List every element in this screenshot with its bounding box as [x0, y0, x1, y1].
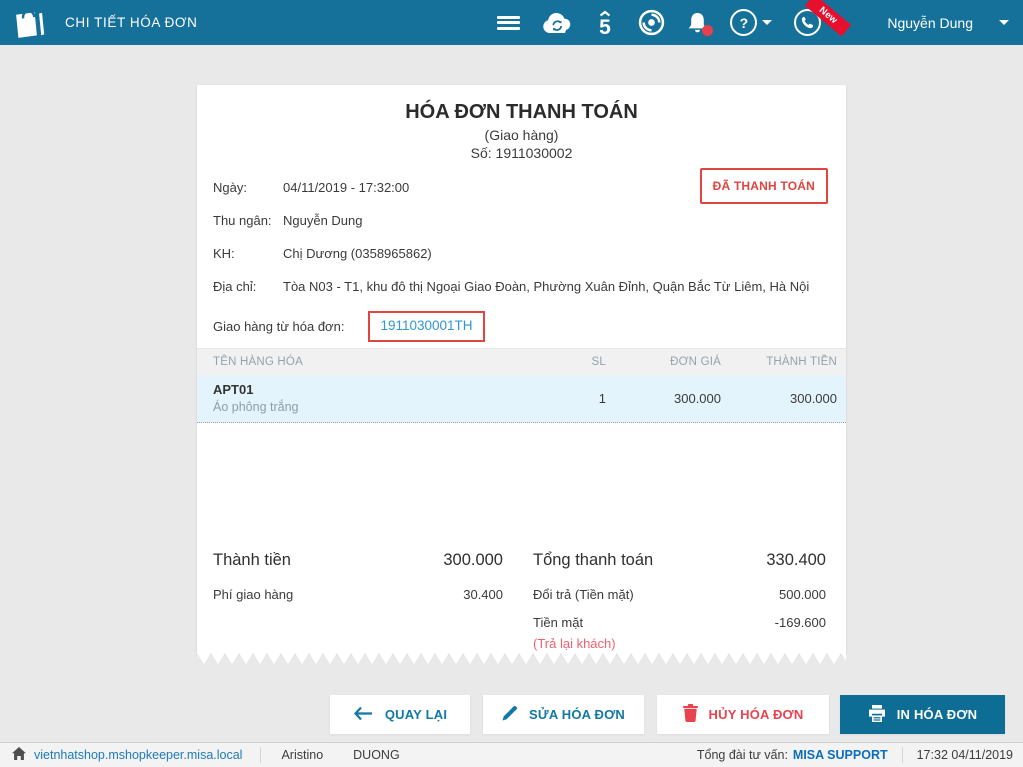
item-code: APT01 — [213, 382, 254, 397]
header-unit-price: ĐƠN GIÁ — [670, 356, 721, 368]
header-qty: SL — [591, 356, 606, 368]
cancel-invoice-button[interactable]: HỦY HÓA ĐƠN — [657, 695, 829, 734]
back-button[interactable]: QUAY LẠI — [330, 695, 470, 734]
sme5-glyph: 5 — [600, 16, 612, 37]
totals-section: Thành tiền 300.000 Phí giao hàng 30.400 … — [197, 551, 846, 651]
field-address-label: Địa chỉ: — [213, 279, 257, 294]
status-datetime: 17:32 04/11/2019 — [916, 748, 1013, 762]
edit-invoice-button[interactable]: SỬA HÓA ĐƠN — [483, 695, 644, 734]
field-date-label: Ngày: — [213, 180, 247, 195]
edit-button-label: SỬA HÓA ĐƠN — [528, 707, 626, 722]
swirl-icon[interactable] — [638, 9, 665, 36]
help-glyph: ? — [739, 14, 749, 31]
exchange-value: 500.000 — [779, 587, 826, 602]
delivery-source-label: Giao hàng từ hóa đơn: — [213, 318, 345, 334]
cancel-button-label: HỦY HÓA ĐƠN — [708, 707, 804, 722]
pencil-icon — [502, 705, 518, 724]
print-button-label: IN HÓA ĐƠN — [896, 707, 978, 722]
support-phone-icon[interactable]: New — [794, 0, 852, 37]
shop-brand: Aristino — [281, 748, 324, 762]
field-cashier: Thu ngân: Nguyễn Dung — [197, 213, 846, 228]
user-caret-icon — [999, 20, 1009, 25]
header-item-name: TÊN HÀNG HÓA — [213, 356, 303, 368]
subtotal-row: Thành tiền 300.000 — [213, 551, 503, 570]
notification-dot — [702, 24, 714, 36]
cash-note: (Trả lại khách) — [533, 636, 616, 651]
source-invoice-link[interactable]: 1911030001TH — [380, 318, 472, 333]
cash-value: -169.600 — [774, 615, 826, 630]
exchange-label: Đổi trả (Tiền mặt) — [533, 587, 634, 602]
grand-total-value: 330.400 — [766, 551, 826, 569]
misa-support-link[interactable]: MISA SUPPORT — [793, 748, 888, 762]
back-button-label: QUAY LẠI — [384, 707, 448, 722]
table-row: APT01 Áo phông trắng 1 300.000 300.000 — [197, 375, 846, 423]
invoice-type: (Giao hàng) — [484, 127, 559, 143]
item-unit-price: 300.000 — [674, 390, 721, 406]
invoice-receipt: HÓA ĐƠN THANH TOÁN (Giao hàng) Số: 19110… — [197, 85, 846, 664]
delivery-source-row: Giao hàng từ hóa đơn: 1911030001TH — [197, 310, 846, 342]
help-menu[interactable]: ? — [730, 9, 773, 36]
mshopkeeper-logo-icon — [11, 6, 48, 40]
exchange-row: Đổi trả (Tiền mặt) 500.000 — [533, 587, 826, 602]
item-name-cell: APT01 Áo phông trắng — [197, 382, 506, 414]
header-amount: THÀNH TIỀN — [766, 356, 837, 368]
site-url-link[interactable]: vietnhatshop.mshopkeeper.misa.local — [34, 748, 242, 762]
subtotal-value: 300.000 — [443, 551, 503, 569]
help-icon: ? — [730, 9, 758, 36]
notifications-bell-icon[interactable] — [687, 11, 714, 36]
items-table-header: TÊN HÀNG HÓA SL ĐƠN GIÁ THÀNH TIỀN — [197, 348, 846, 375]
footer-divider-right — [901, 747, 903, 763]
grand-total-row: Tổng thanh toán 330.400 — [533, 551, 826, 570]
paid-status-stamp: ĐÃ THANH TOÁN — [699, 168, 828, 204]
user-name: Nguyễn Dung — [887, 14, 973, 31]
shipping-row: Phí giao hàng 30.400 — [213, 587, 503, 602]
footer-divider — [260, 747, 262, 763]
cloud-sync-icon[interactable] — [542, 12, 572, 34]
top-bar: CHI TIẾT HÓA ĐƠN 5 ? New Nguyễn Dung — [0, 0, 1023, 45]
page-title: CHI TIẾT HÓA ĐƠN — [65, 15, 198, 30]
item-amount: 300.000 — [790, 390, 837, 406]
field-customer: KH: Chị Dương (0358965862) — [197, 246, 846, 261]
shipping-value: 30.400 — [463, 587, 503, 602]
field-address: Địa chỉ: Tòa N03 - T1, khu đô thị Ngoại … — [197, 279, 846, 294]
menu-icon[interactable] — [497, 13, 521, 32]
back-arrow-icon — [353, 706, 374, 724]
field-customer-label: KH: — [213, 246, 235, 261]
cash-label: Tiền mặt — [533, 615, 584, 630]
help-caret-icon — [762, 20, 773, 25]
field-address-value: Tòa N03 - T1, khu đô thị Ngoại Giao Đoàn… — [283, 279, 810, 294]
delivery-source-highlight-box: 1911030001TH — [368, 310, 485, 342]
home-icon — [12, 747, 26, 763]
status-bar: vietnhatshop.mshopkeeper.misa.local Aris… — [0, 742, 1023, 767]
field-cashier-value: Nguyễn Dung — [283, 213, 363, 228]
invoice-number: Số: 1911030002 — [470, 145, 573, 161]
shipping-label: Phí giao hàng — [213, 587, 294, 602]
field-cashier-label: Thu ngân: — [213, 213, 272, 228]
invoice-fields: Ngày: 04/11/2019 - 17:32:00 Thu ngân: Ng… — [197, 180, 846, 342]
invoice-title: HÓA ĐƠN THANH TOÁN — [405, 101, 638, 123]
field-customer-value: Chị Dương (0358965862) — [283, 246, 432, 261]
grand-total-label: Tổng thanh toán — [533, 551, 654, 569]
user-menu[interactable]: Nguyễn Dung — [887, 15, 1009, 31]
sme5-icon[interactable]: 5 — [594, 9, 616, 37]
item-name: Áo phông trắng — [213, 400, 299, 414]
print-invoice-button[interactable]: IN HÓA ĐƠN — [840, 695, 1005, 734]
support-label: Tổng đài tư vấn: — [696, 748, 788, 762]
cash-row: Tiền mặt -169.600 — [533, 615, 826, 630]
shop-branch: DUONG — [353, 748, 400, 762]
printer-icon — [868, 704, 886, 725]
trash-icon — [682, 704, 698, 725]
subtotal-label: Thành tiền — [213, 551, 291, 569]
receipt-torn-edge — [197, 653, 846, 664]
item-qty: 1 — [598, 390, 606, 406]
